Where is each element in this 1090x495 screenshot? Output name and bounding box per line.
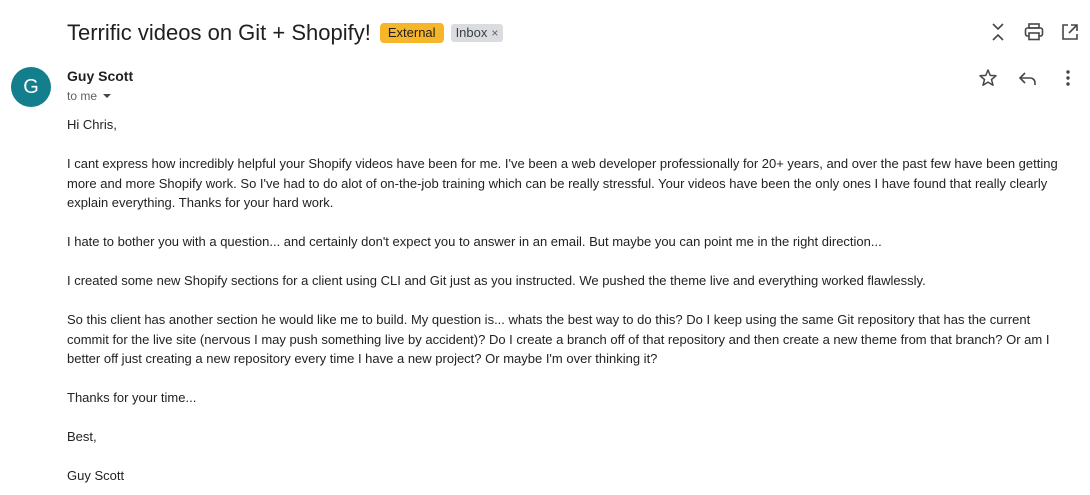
- reply-icon[interactable]: [1016, 66, 1040, 90]
- body-paragraph: Thanks for your time...: [67, 390, 197, 405]
- sender-name[interactable]: Guy Scott: [67, 68, 133, 84]
- body-paragraph: I hate to bother you with a question... …: [67, 234, 882, 249]
- email-subject: Terrific videos on Git + Shopify!: [67, 20, 371, 45]
- message-body: Hi Chris, I cant express how incredibly …: [67, 115, 1062, 495]
- print-icon[interactable]: [1022, 20, 1046, 44]
- thread-toolbar: [986, 20, 1082, 44]
- chevron-down-icon: [103, 94, 112, 98]
- email-view: Terrific videos on Git + Shopify! Extern…: [0, 0, 1090, 495]
- external-badge: External: [379, 23, 444, 43]
- signature: Guy Scott: [67, 468, 125, 483]
- recipient-text: to me: [67, 89, 98, 103]
- inbox-label-chip[interactable]: Inbox ×: [450, 24, 504, 42]
- body-paragraph: So this client has another section he wo…: [67, 312, 1050, 366]
- body-paragraph: I created some new Shopify sections for …: [67, 273, 926, 288]
- open-in-new-window-icon[interactable]: [1058, 20, 1082, 44]
- remove-label-button[interactable]: ×: [491, 24, 498, 42]
- greeting: Hi Chris,: [67, 117, 117, 132]
- recipient-details-toggle[interactable]: to me: [67, 89, 112, 103]
- inbox-label-text: Inbox: [455, 25, 488, 40]
- avatar[interactable]: G: [11, 67, 51, 107]
- closing: Best,: [67, 429, 97, 444]
- body-paragraph: I cant express how incredibly helpful yo…: [67, 156, 1058, 210]
- more-vert-icon[interactable]: [1056, 66, 1080, 90]
- message-actions: [976, 66, 1080, 90]
- subject-row: Terrific videos on Git + Shopify! Extern…: [67, 16, 504, 50]
- star-icon[interactable]: [976, 66, 1000, 90]
- collapse-expand-icon[interactable]: [986, 20, 1010, 44]
